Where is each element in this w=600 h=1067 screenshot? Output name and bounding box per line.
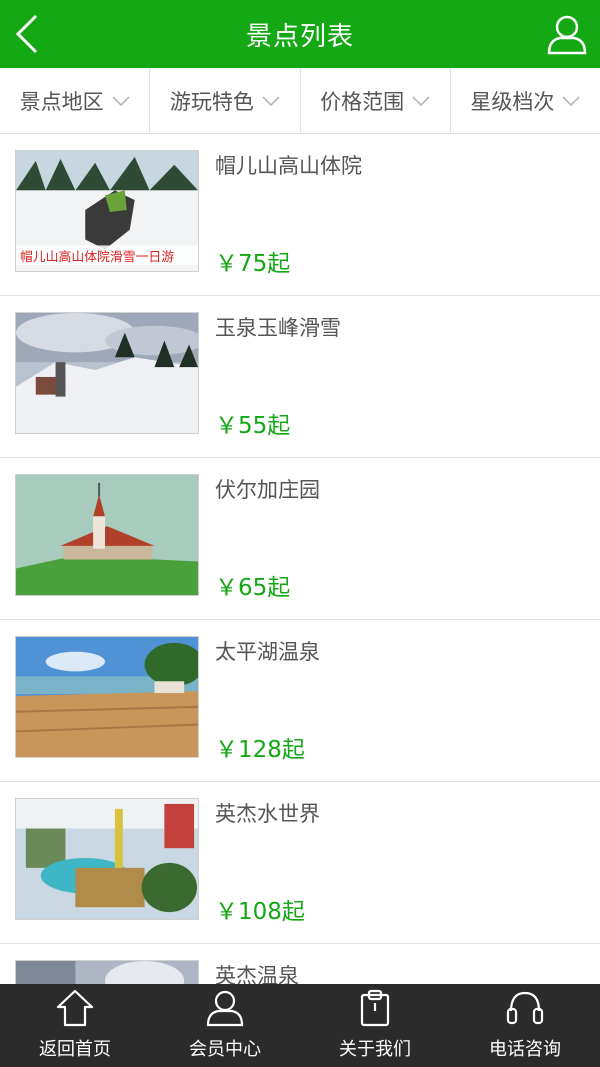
attraction-price: ￥65起: [215, 575, 291, 601]
attraction-name: 帽儿山高山体院: [215, 154, 362, 178]
filter-bar: 景点地区 游玩特色 价格范围 星级档次: [0, 68, 600, 134]
attraction-thumbnail: [15, 960, 199, 984]
nav-phone-consult[interactable]: 电话咨询: [450, 984, 600, 1067]
nav-label: 关于我们: [339, 1039, 411, 1060]
nav-home[interactable]: 返回首页: [0, 984, 150, 1067]
header-bar: 景点列表: [0, 0, 600, 68]
attraction-price: ￥55起: [215, 413, 291, 439]
attraction-name: 英杰水世界: [215, 802, 320, 826]
back-button[interactable]: [10, 10, 50, 58]
chevron-down-icon: [562, 95, 581, 106]
chevron-down-icon: [262, 95, 280, 106]
user-icon: [547, 15, 587, 55]
attraction-price: ￥108起: [215, 899, 305, 925]
attraction-thumbnail: [15, 312, 199, 434]
home-icon: [56, 989, 94, 1027]
attraction-name: 英杰温泉: [215, 964, 299, 984]
bottom-nav: 返回首页 会员中心 关于我们 电话咨询: [0, 984, 600, 1067]
list-item[interactable]: 伏尔加庄园 ￥65起: [0, 458, 600, 620]
filter-region[interactable]: 景点地区: [0, 68, 151, 133]
nav-label: 电话咨询: [489, 1039, 561, 1060]
attraction-thumbnail: [15, 636, 199, 758]
attraction-price: ￥128起: [215, 737, 305, 763]
attraction-name: 玉泉玉峰滑雪: [215, 316, 341, 340]
chevron-down-icon: [111, 95, 130, 106]
attraction-thumbnail: 帽儿山高山体院滑雪一日游: [15, 150, 199, 272]
attraction-name: 伏尔加庄园: [215, 478, 320, 502]
filter-rating[interactable]: 星级档次: [451, 68, 600, 133]
user-icon: [206, 990, 244, 1027]
list-item[interactable]: 玉泉玉峰滑雪 ￥55起: [0, 296, 600, 458]
filter-label: 价格范围: [320, 89, 405, 114]
chevron-left-icon: [15, 14, 38, 54]
filter-price[interactable]: 价格范围: [301, 68, 451, 133]
user-button[interactable]: [546, 12, 588, 56]
attraction-list: 帽儿山高山体院滑雪一日游 帽儿山高山体院 ￥75起 玉泉玉峰滑雪 ￥55起 伏尔…: [0, 134, 600, 984]
filter-label: 星级档次: [470, 89, 555, 114]
app-screen: 景点列表 景点地区 游玩特色 价格范围 星级档次 帽儿山高山体院滑雪一日游 帽儿…: [0, 0, 600, 1067]
filter-feature[interactable]: 游玩特色: [150, 68, 301, 133]
nav-about-us[interactable]: 关于我们: [300, 984, 450, 1067]
nav-label: 返回首页: [39, 1039, 111, 1060]
list-item[interactable]: 帽儿山高山体院滑雪一日游 帽儿山高山体院 ￥75起: [0, 134, 600, 296]
attraction-price: ￥75起: [215, 251, 291, 277]
chevron-down-icon: [412, 95, 430, 106]
list-item[interactable]: 英杰水世界 ￥108起: [0, 782, 600, 944]
filter-label: 景点地区: [19, 89, 104, 114]
attraction-thumbnail: [15, 474, 199, 596]
page-title: 景点列表: [245, 21, 354, 52]
nav-label: 会员中心: [189, 1039, 261, 1060]
headset-icon: [506, 991, 544, 1025]
list-item[interactable]: 英杰温泉: [0, 944, 600, 984]
list-item[interactable]: 太平湖温泉 ￥128起: [0, 620, 600, 782]
image-caption: 帽儿山高山体院滑雪一日游: [20, 249, 174, 265]
nav-member-center[interactable]: 会员中心: [150, 984, 300, 1067]
clipboard-icon: [360, 989, 390, 1027]
attraction-thumbnail: [15, 798, 199, 920]
filter-label: 游玩特色: [169, 89, 254, 114]
attraction-name: 太平湖温泉: [215, 640, 320, 664]
